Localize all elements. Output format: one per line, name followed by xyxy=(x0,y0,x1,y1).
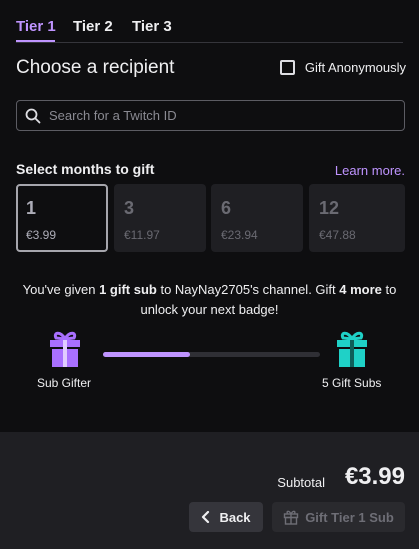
month-option-1[interactable]: 1 €3.99 xyxy=(16,184,108,252)
month-price: €11.97 xyxy=(124,228,160,242)
month-option-12[interactable]: 12 €47.88 xyxy=(309,184,405,252)
badge-progress-message: You've given 1 gift sub to NayNay2705's … xyxy=(22,282,397,317)
month-option-6[interactable]: 6 €23.94 xyxy=(211,184,303,252)
badge-progress-bar xyxy=(103,352,320,357)
gift-anonymously-checkbox[interactable] xyxy=(279,60,295,75)
tier-tabs: Tier 1 Tier 2 Tier 3 xyxy=(16,0,403,43)
learn-more-link[interactable]: Learn more. xyxy=(335,163,405,178)
tab-tier-3[interactable]: Tier 3 xyxy=(132,18,172,35)
next-badge-label: 5 Gift Subs xyxy=(322,376,382,390)
month-price: €47.88 xyxy=(319,228,356,242)
gift-icon xyxy=(50,331,80,367)
month-count: 3 xyxy=(124,198,135,218)
active-tab-indicator xyxy=(16,40,55,42)
chevron-left-icon xyxy=(202,511,210,523)
gift-anonymously-label: Gift Anonymously xyxy=(304,60,406,75)
search-input[interactable] xyxy=(49,108,404,123)
gift-icon xyxy=(337,331,367,367)
subtotal-value: €3.99 xyxy=(344,463,405,490)
month-option-3[interactable]: 3 €11.97 xyxy=(114,184,206,252)
badge-progress-fill xyxy=(103,352,190,357)
search-icon xyxy=(25,108,41,123)
gift-sub-button-label: Gift Tier 1 Sub xyxy=(305,509,394,525)
back-button[interactable]: Back xyxy=(189,502,263,532)
tab-tier-1[interactable]: Tier 1 xyxy=(16,18,56,35)
month-count: 1 xyxy=(26,198,37,218)
select-months-title: Select months to gift xyxy=(16,161,155,177)
gift-anonymously-toggle[interactable]: Gift Anonymously xyxy=(279,60,406,75)
choose-recipient-heading: Choose a recipient xyxy=(16,57,175,78)
gift-sub-dialog: Tier 1 Tier 2 Tier 3 Choose a recipient … xyxy=(0,0,419,549)
month-count: 6 xyxy=(221,198,232,218)
recipient-search[interactable] xyxy=(16,100,405,131)
month-price: €23.94 xyxy=(221,228,258,242)
tab-tier-2[interactable]: Tier 2 xyxy=(73,18,113,35)
current-badge-label: Sub Gifter xyxy=(37,376,92,390)
month-price: €3.99 xyxy=(26,228,57,242)
month-count: 12 xyxy=(319,198,340,218)
gift-sub-button[interactable]: Gift Tier 1 Sub xyxy=(272,502,405,532)
back-button-label: Back xyxy=(219,509,251,525)
gift-icon xyxy=(283,510,299,525)
subtotal-label: Subtotal xyxy=(277,475,325,490)
